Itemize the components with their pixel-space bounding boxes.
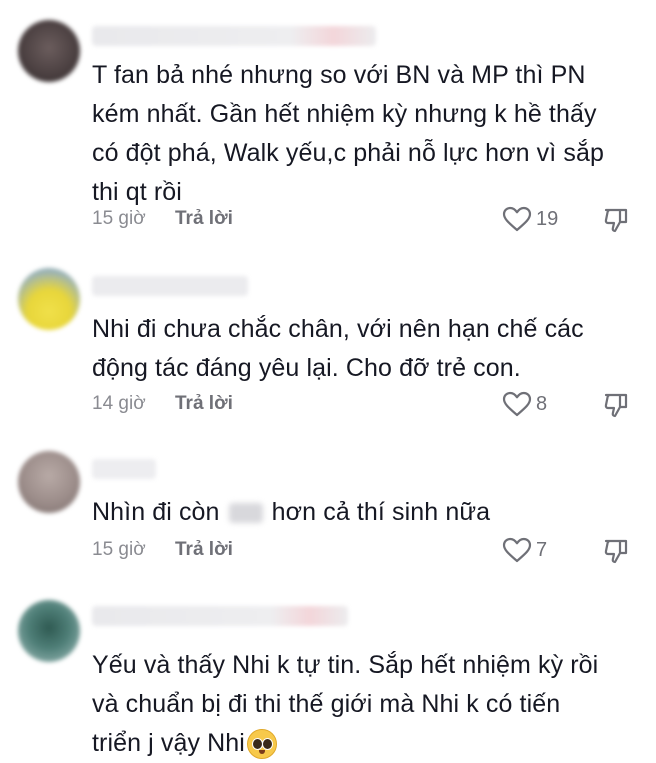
- comment-line: Yếu và thấy Nhi k tự tin. Sắp hết nhiệm …: [92, 651, 599, 679]
- pleading-face-emoji: [246, 729, 277, 760]
- thumbs-down-outline-icon: [604, 208, 628, 233]
- comment-text: Nhìn đi còn hơn cả thí sinh nữa: [92, 493, 632, 532]
- comment-text-part: Nhìn đi còn: [92, 498, 220, 526]
- comment-line-text: triển j vậy Nhi: [92, 729, 245, 757]
- comment-text: Nhi đi chưa chắc chân, với nên hạn chế c…: [92, 310, 632, 388]
- like-count: 8: [536, 392, 548, 415]
- timestamp: 15 giờ: [92, 208, 146, 229]
- dislike-button[interactable]: [602, 206, 630, 240]
- reply-button[interactable]: Trả lời: [175, 393, 233, 415]
- thumbs-down-outline-icon: [604, 393, 628, 418]
- comment-line: động tác đáng yêu lại. Cho đỡ trẻ con.: [92, 354, 521, 382]
- comment-line: có đột phá, Walk yếu,c phải nỗ lực hơn v…: [92, 139, 604, 167]
- reply-button[interactable]: Trả lời: [175, 539, 233, 561]
- comment-meta: 15 giờ Trả lời 7: [92, 537, 656, 567]
- thumbs-down-outline-icon: [604, 539, 628, 564]
- dislike-button[interactable]: [602, 537, 630, 571]
- username-blurred[interactable]: [92, 606, 348, 626]
- comment-text: Yếu và thấy Nhi k tự tin. Sắp hết nhiệm …: [92, 646, 632, 763]
- comment-text: T fan bả nhé nhưng so với BN và MP thì P…: [92, 56, 632, 212]
- avatar[interactable]: [18, 20, 80, 82]
- avatar[interactable]: [18, 268, 80, 330]
- comment-line: kém nhất. Gần hết nhiệm kỳ nhưng k hề th…: [92, 100, 597, 128]
- like-count: 19: [536, 207, 559, 230]
- heart-outline-icon: [502, 391, 532, 417]
- heart-outline-icon: [502, 537, 532, 563]
- like-button[interactable]: 19: [502, 206, 558, 232]
- reply-button[interactable]: Trả lời: [175, 208, 233, 230]
- dislike-button[interactable]: [602, 391, 630, 425]
- comment-line: Nhi đi chưa chắc chân, với nên hạn chế c…: [92, 315, 584, 343]
- like-button[interactable]: 8: [502, 391, 547, 417]
- comment-line: và chuẩn bị đi thi thế giới mà Nhi k có …: [92, 690, 561, 718]
- censored-word: [228, 503, 263, 524]
- avatar[interactable]: [18, 600, 80, 662]
- timestamp: 14 giờ: [92, 393, 146, 414]
- avatar[interactable]: [18, 451, 80, 513]
- comment-line: triển j vậy Nhi: [92, 724, 632, 763]
- comment-text-part: hơn cả thí sinh nữa: [271, 498, 491, 526]
- comment-line: T fan bả nhé nhưng so với BN và MP thì P…: [92, 61, 586, 89]
- username-blurred[interactable]: [92, 459, 156, 479]
- comment-meta: 14 giờ Trả lời 8: [92, 391, 656, 421]
- username-blurred[interactable]: [92, 276, 248, 296]
- like-count: 7: [536, 538, 548, 561]
- comment-meta: 15 giờ Trả lời 19: [92, 206, 656, 236]
- timestamp: 15 giờ: [92, 539, 146, 560]
- heart-outline-icon: [502, 206, 532, 232]
- like-button[interactable]: 7: [502, 537, 547, 563]
- username-blurred[interactable]: [92, 26, 376, 46]
